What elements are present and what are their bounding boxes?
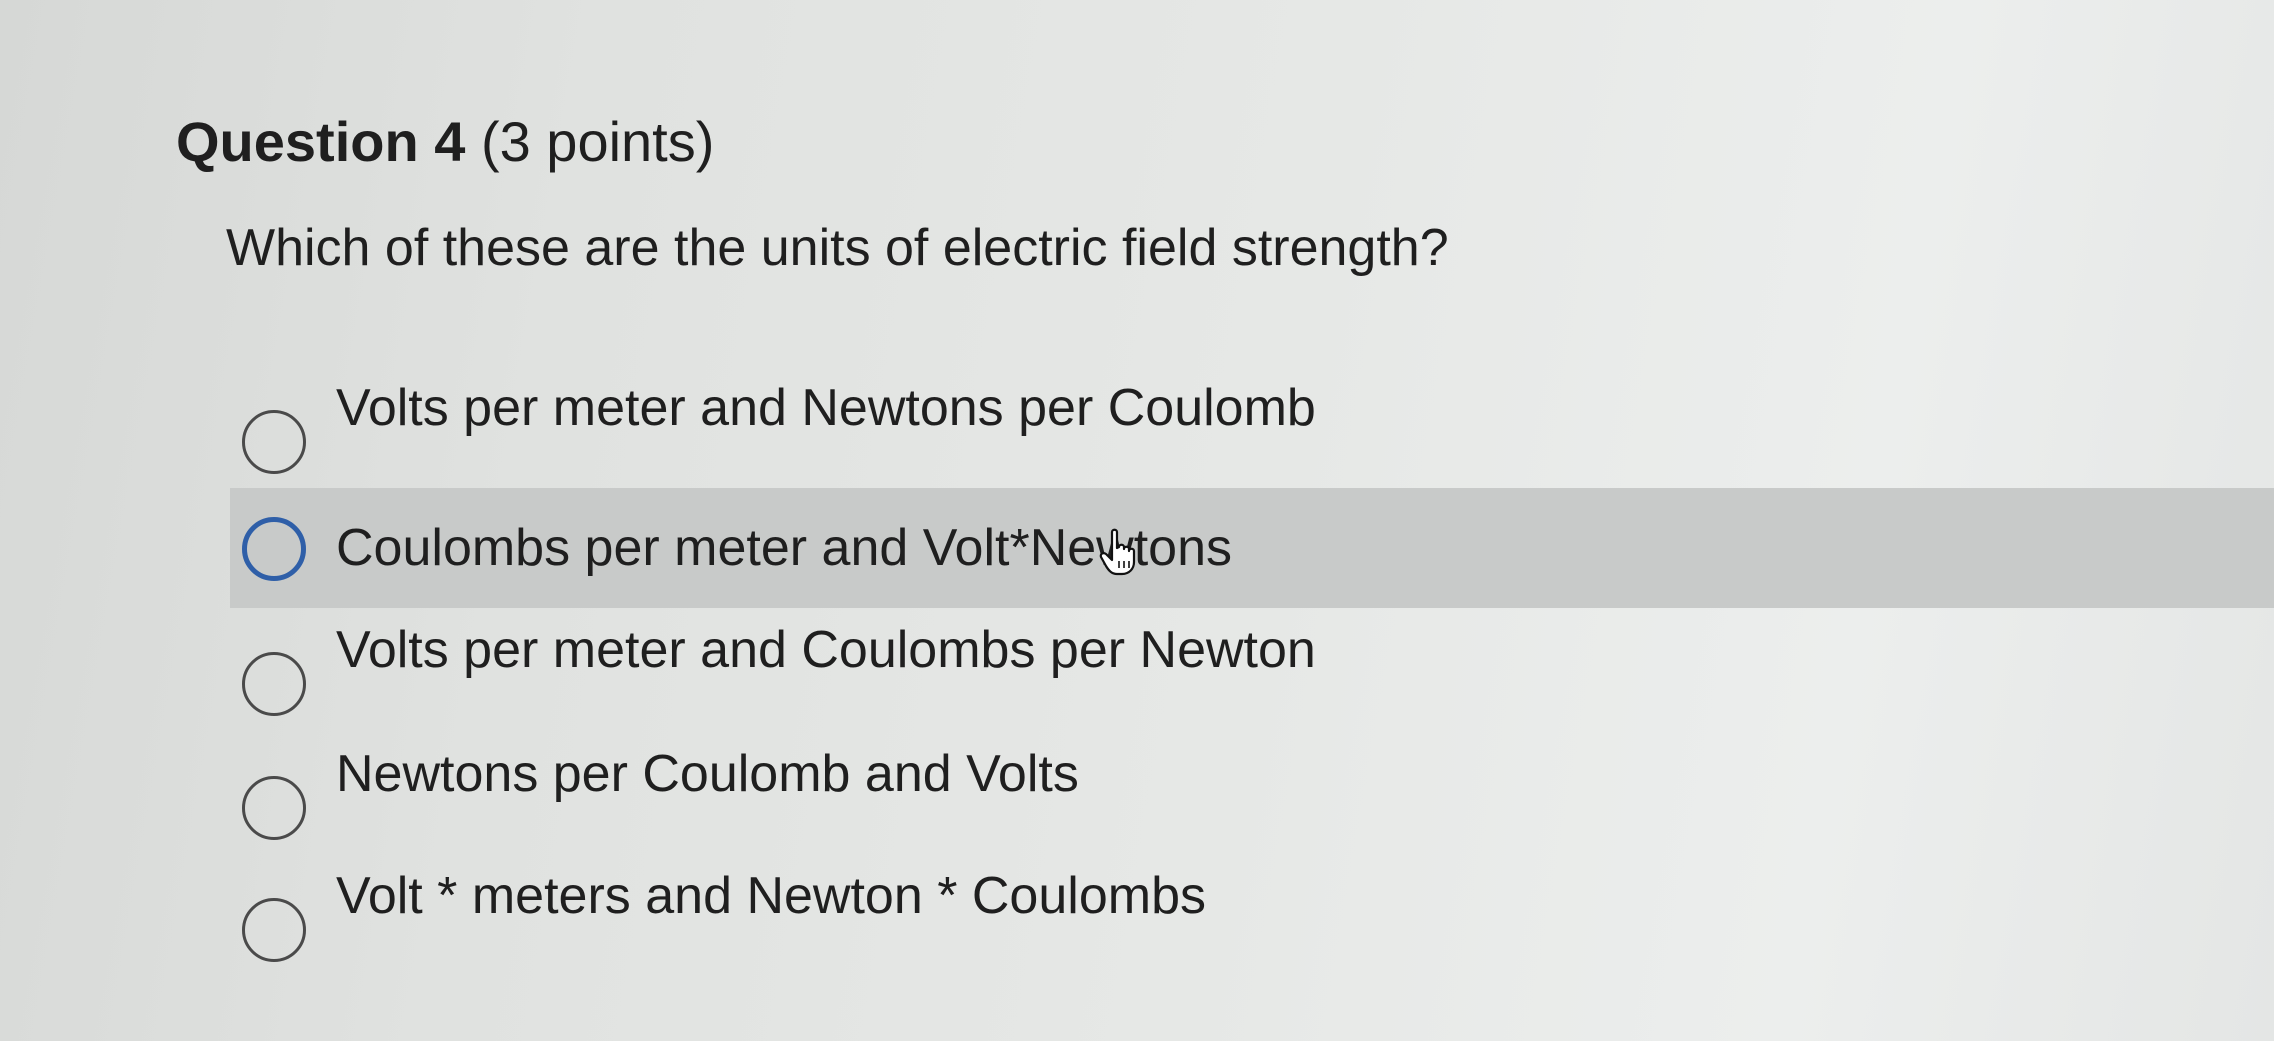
radio-button[interactable] [242, 776, 306, 840]
answer-option-label[interactable]: Volts per meter and Newtons per Coulomb [336, 374, 1316, 442]
answer-option-5[interactable]: Volt * meters and Newton * Coulombs [230, 858, 2274, 978]
answer-option-label[interactable]: Volts per meter and Coulombs per Newton [336, 616, 1316, 684]
question-number: Question 4 [176, 110, 466, 173]
question-prompt: Which of these are the units of electric… [226, 219, 1449, 277]
radio-button[interactable] [242, 652, 306, 716]
question-header: Question 4 (3 points) [176, 106, 714, 178]
answer-option-label[interactable]: Volt * meters and Newton * Coulombs [336, 862, 1206, 930]
radio-button[interactable] [242, 410, 306, 474]
answer-option-1[interactable]: Volts per meter and Newtons per Coulomb [230, 370, 2274, 490]
radio-button[interactable] [242, 898, 306, 962]
answer-option-4[interactable]: Newtons per Coulomb and Volts [230, 736, 2274, 856]
answer-option-label[interactable]: Newtons per Coulomb and Volts [336, 740, 1079, 808]
question-points: (3 points) [480, 110, 715, 173]
hand-pointer-icon [1099, 528, 1136, 576]
answer-option-2[interactable]: Coulombs per meter and Volt*Newtons [230, 488, 2274, 608]
answer-option-3[interactable]: Volts per meter and Coulombs per Newton [230, 612, 2274, 732]
radio-button[interactable] [242, 517, 306, 581]
